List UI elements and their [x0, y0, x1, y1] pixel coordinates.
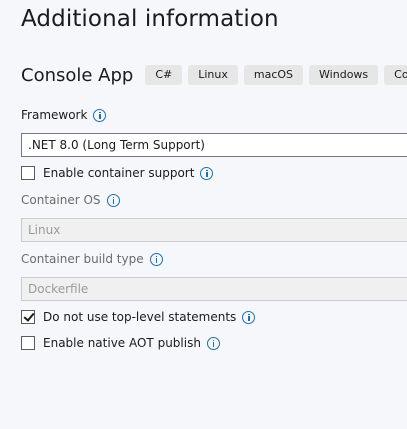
page-title: Additional information — [21, 6, 279, 32]
container-os-info-icon[interactable] — [106, 193, 120, 207]
container-os-select: Linux — [21, 218, 407, 242]
container-support-label[interactable]: Enable container support — [43, 166, 194, 180]
framework-label: Framework — [21, 108, 88, 122]
framework-select[interactable]: .NET 8.0 (Long Term Support) — [21, 133, 407, 157]
native-aot-label[interactable]: Enable native AOT publish — [43, 336, 201, 350]
container-build-type-label: Container build type — [21, 252, 144, 266]
top-level-statements-checkbox[interactable] — [21, 310, 35, 324]
tag-platform-windows: Windows — [309, 65, 379, 85]
tag-platform-macos: macOS — [243, 65, 304, 85]
top-level-statements-label[interactable]: Do not use top-level statements — [43, 310, 236, 324]
top-level-statements-info-icon[interactable] — [242, 310, 256, 324]
container-build-type-select: Dockerfile — [21, 277, 407, 301]
container-os-label: Container OS — [21, 193, 101, 207]
template-summary: Console App C# Linux macOS Windows Cons — [21, 62, 407, 88]
top-level-statements-row: Do not use top-level statements — [21, 310, 256, 324]
container-support-info-icon[interactable] — [200, 166, 214, 180]
container-build-type-label-row: Container build type — [21, 252, 163, 266]
additional-information-page: Additional information Console App C# Li… — [0, 0, 407, 429]
container-support-row: Enable container support — [21, 166, 214, 180]
framework-info-icon[interactable] — [93, 108, 107, 122]
template-name: Console App — [21, 64, 134, 86]
tag-project-type: Cons — [384, 65, 407, 85]
tag-language: C# — [145, 65, 183, 85]
native-aot-row: Enable native AOT publish — [21, 336, 220, 350]
native-aot-info-icon[interactable] — [206, 336, 220, 350]
container-support-checkbox[interactable] — [21, 166, 35, 180]
container-build-type-info-icon[interactable] — [149, 252, 163, 266]
tag-platform-linux: Linux — [188, 65, 238, 85]
framework-label-row: Framework — [21, 108, 107, 122]
native-aot-checkbox[interactable] — [21, 336, 35, 350]
container-os-label-row: Container OS — [21, 193, 120, 207]
